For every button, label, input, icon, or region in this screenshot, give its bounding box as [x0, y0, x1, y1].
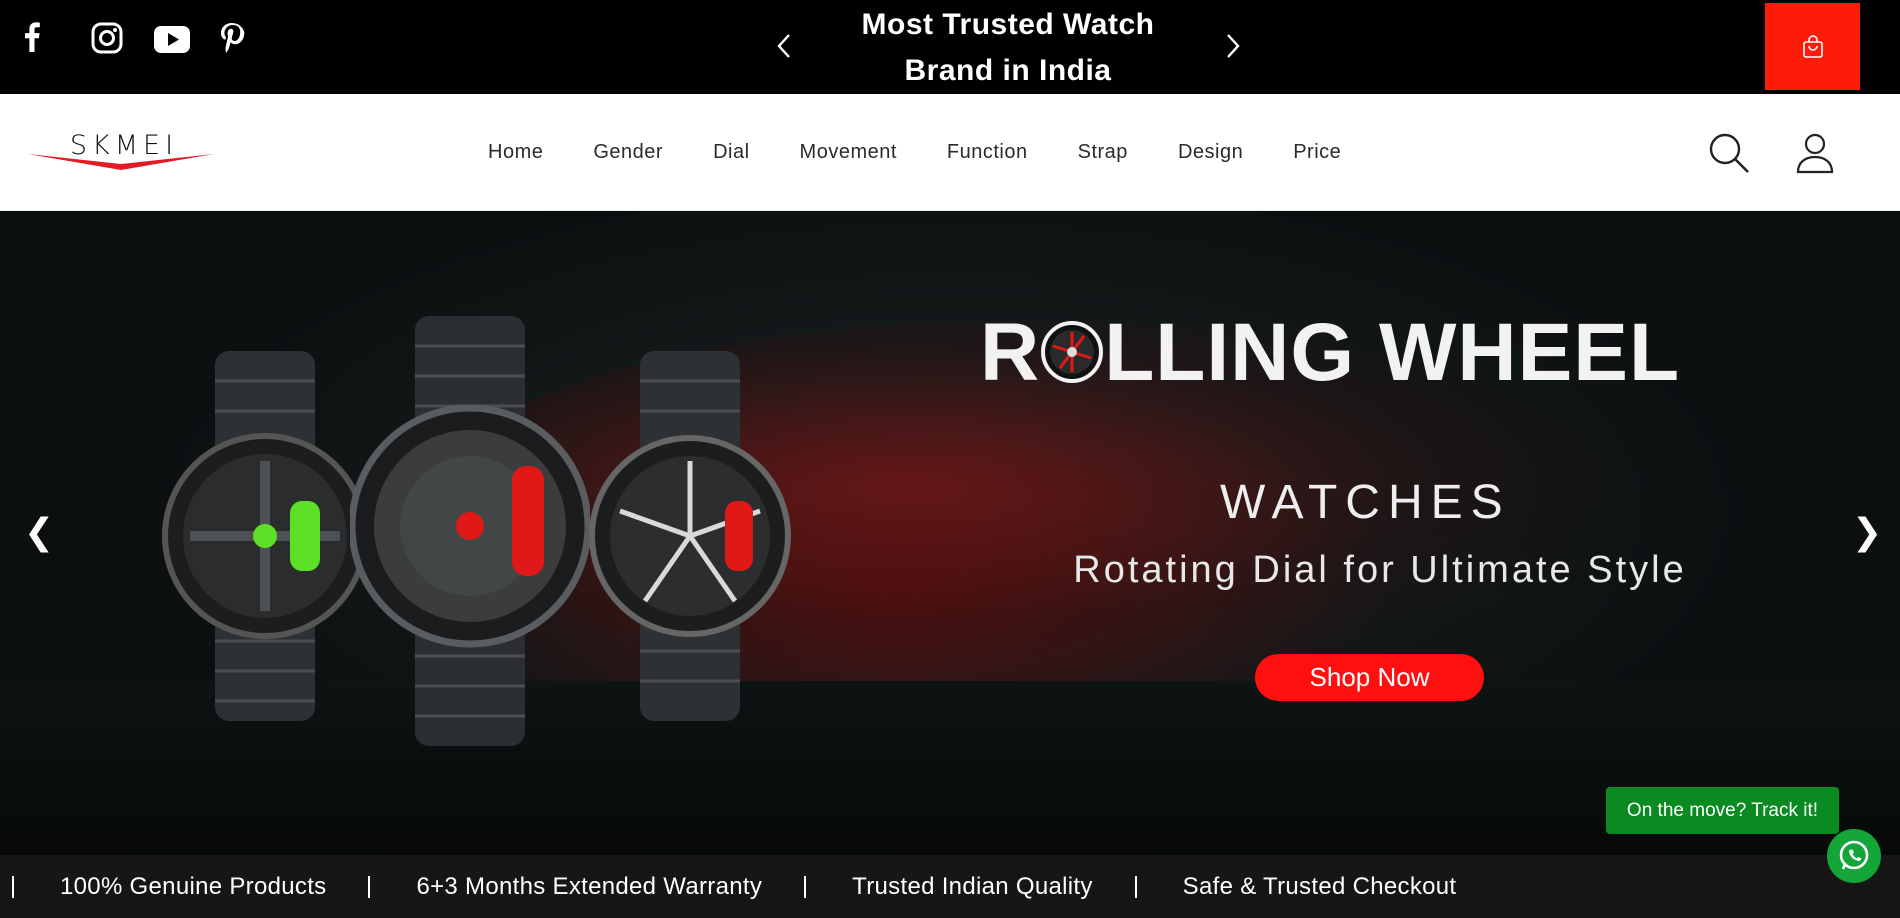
brand-logo[interactable]: SKMEI: [28, 130, 214, 180]
trust-marquee: 100% Genuine Products 6+3 Months Extende…: [0, 873, 1498, 901]
hero-subtitle: WATCHES: [1220, 476, 1511, 529]
search-button[interactable]: [1706, 130, 1752, 176]
nav-function[interactable]: Function: [947, 141, 1028, 164]
hero-title-prefix: R: [980, 307, 1041, 398]
watch-image-red-spinning: [350, 316, 590, 746]
user-icon: [1796, 133, 1834, 174]
announcement-text: Most Trusted Watch Brand in India: [861, 8, 1155, 87]
announcement-bar: Most Trusted Watch Brand in India: [0, 0, 1900, 94]
nav-design[interactable]: Design: [1178, 141, 1243, 164]
whatsapp-button[interactable]: [1827, 829, 1881, 883]
instagram-icon[interactable]: [89, 22, 154, 72]
trust-item: 6+3 Months Extended Warranty: [416, 873, 763, 900]
hero-banner[interactable]: R LLING WHEEL WATCHES Rotating Dial for U…: [0, 211, 1900, 855]
chevron-right-icon: [1227, 34, 1240, 58]
nav-dial[interactable]: Dial: [713, 141, 749, 164]
announcement-next-button[interactable]: [1220, 30, 1246, 62]
search-icon: [1709, 133, 1749, 173]
cart-button[interactable]: [1765, 3, 1860, 90]
logo-swoosh-icon: [28, 154, 214, 170]
shop-now-button[interactable]: Shop Now: [1255, 654, 1484, 701]
account-button[interactable]: [1792, 130, 1838, 176]
watch-image-green: [162, 351, 368, 721]
wheel-o-icon: [1041, 321, 1104, 383]
announcement-prev-button[interactable]: [771, 30, 797, 62]
social-links: [24, 22, 284, 72]
trust-item: Trusted Indian Quality: [852, 873, 1093, 900]
bag-icon: [1802, 34, 1823, 58]
hero-tagline: Rotating Dial for Ultimate Style: [1073, 549, 1687, 591]
chevron-left-icon: [777, 34, 790, 58]
trust-bar: 100% Genuine Products 6+3 Months Extende…: [0, 855, 1900, 918]
facebook-icon[interactable]: [24, 22, 89, 72]
nav-strap[interactable]: Strap: [1078, 141, 1128, 164]
hero-next-button[interactable]: ❯: [1852, 511, 1882, 553]
youtube-icon[interactable]: [154, 22, 219, 72]
nav-price[interactable]: Price: [1293, 141, 1341, 164]
hero-prev-button[interactable]: ❮: [24, 511, 54, 553]
site-header: SKMEI Home Gender Dial Movement Function…: [0, 94, 1900, 211]
whatsapp-icon: [1839, 840, 1869, 870]
hero-title: R LLING WHEEL: [980, 306, 1760, 400]
watch-image-red-rim: [589, 351, 791, 721]
nav-gender[interactable]: Gender: [593, 141, 663, 164]
nav-movement[interactable]: Movement: [800, 141, 897, 164]
main-nav: Home Gender Dial Movement Function Strap…: [488, 141, 1391, 164]
track-order-button[interactable]: On the move? Track it!: [1606, 787, 1839, 834]
nav-home[interactable]: Home: [488, 141, 543, 164]
hero-title-suffix: LLING WHEEL: [1104, 307, 1681, 398]
pinterest-icon[interactable]: [219, 22, 284, 72]
trust-item: Safe & Trusted Checkout: [1182, 873, 1457, 900]
trust-item: 100% Genuine Products: [60, 873, 327, 900]
